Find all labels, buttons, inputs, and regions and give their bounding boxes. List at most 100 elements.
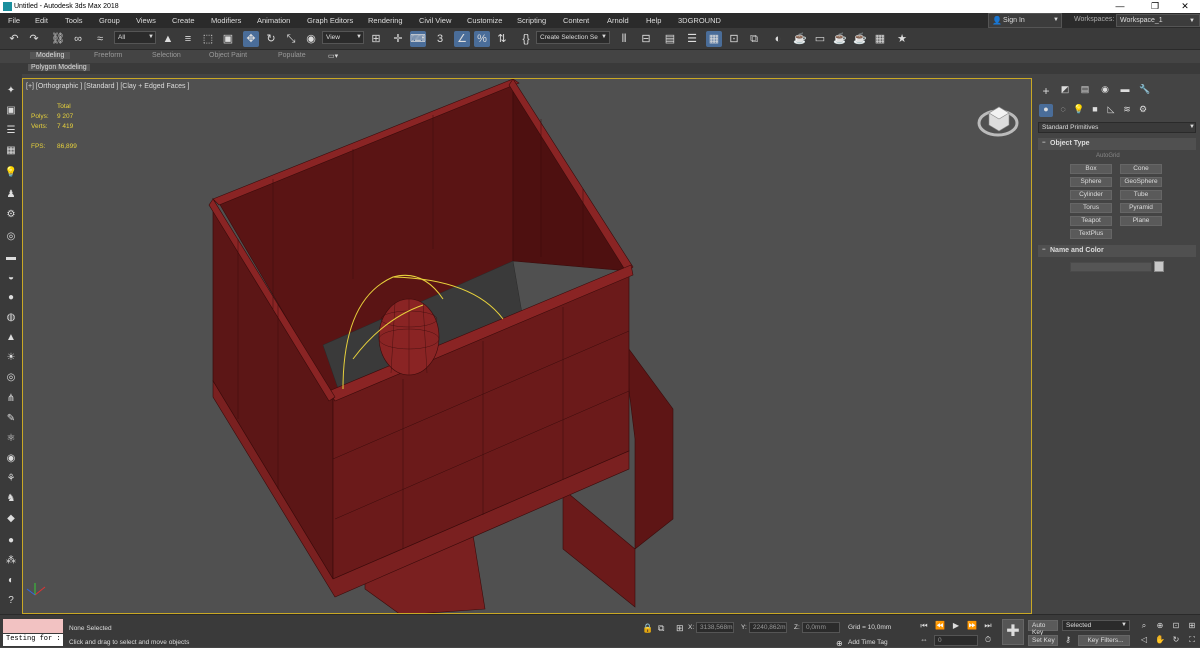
z-coord-field[interactable]: 0,0mm (802, 622, 840, 633)
close-button[interactable]: ✕ (1170, 1, 1200, 12)
menu-help[interactable]: Help (646, 16, 661, 25)
sphere-button[interactable]: Sphere (1070, 177, 1112, 187)
viewport[interactable]: [+] [Orthographic ] [Standard ] [Clay + … (22, 78, 1032, 614)
object-name-field[interactable] (1070, 262, 1152, 272)
link-icon[interactable]: ⛓ (50, 31, 66, 47)
current-frame-field[interactable]: 0 (934, 635, 978, 646)
render-cloud-icon[interactable]: ▦ (872, 31, 888, 47)
toggle-scene-explorer-icon[interactable]: ▤ (662, 31, 678, 47)
lock-icon[interactable]: 🔒 (642, 623, 653, 634)
tree-icon[interactable]: ⋔ (4, 392, 18, 406)
select-move-icon[interactable]: ✥ (243, 31, 259, 47)
select-object-icon[interactable]: ▲ (160, 31, 176, 47)
ring-icon[interactable]: ◎ (4, 371, 18, 385)
set-key-button[interactable]: ✚ (1002, 619, 1024, 645)
maxscript-listener-input[interactable]: Testing for : (3, 634, 63, 646)
lights-icon[interactable]: 💡 (1072, 104, 1086, 117)
set-key-mode-button[interactable]: Set Key (1028, 635, 1058, 646)
menu-graph-editors[interactable]: Graph Editors (307, 16, 353, 25)
snaps-toggle-icon[interactable]: 3 (432, 31, 448, 47)
rendered-frame-icon[interactable]: ▭ (812, 31, 828, 47)
bind-spacewarp-icon[interactable]: ≈ (92, 31, 108, 47)
zoom-extents-all-icon[interactable]: ⊞ (1186, 620, 1198, 631)
menu-3dground[interactable]: 3DGROUND (678, 16, 721, 25)
keyboard-shortcut-icon[interactable]: ⌨ (410, 31, 426, 47)
key-mode-dropdown[interactable]: Selected ▼ (1062, 620, 1130, 631)
render-iterative-icon[interactable]: ☕ (852, 31, 868, 47)
menu-create[interactable]: Create (172, 16, 195, 25)
menu-civil-view[interactable]: Civil View (419, 16, 451, 25)
textplus-button[interactable]: TextPlus (1070, 229, 1112, 239)
menu-edit[interactable]: Edit (35, 16, 48, 25)
ribbon-options-icon[interactable]: ▭▾ (328, 52, 338, 60)
create-tab-icon[interactable]: + (1039, 84, 1053, 98)
cone-icon[interactable]: ▲ (4, 331, 18, 345)
zoom-extents-icon[interactable]: ⊡ (1170, 620, 1182, 631)
menu-modifiers[interactable]: Modifiers (211, 16, 241, 25)
render-setup-icon[interactable]: ☕ (792, 31, 808, 47)
sun-icon[interactable]: ☀ (4, 351, 18, 365)
rig-icon[interactable]: ⚙ (4, 208, 18, 222)
rect-selection-icon[interactable]: ⬚ (200, 31, 216, 47)
molecule-icon[interactable]: ⚛ (4, 432, 18, 446)
prev-frame-icon[interactable]: ⏪ (934, 620, 946, 631)
schematic-view-icon[interactable]: ⧉ (746, 31, 762, 47)
pyramid-button[interactable]: Pyramid (1120, 203, 1162, 213)
utilities-tab-icon[interactable]: 🔧 (1138, 84, 1152, 97)
box-button[interactable]: Box (1070, 164, 1112, 174)
select-place-icon[interactable]: ◉ (303, 31, 319, 47)
plane-button[interactable]: Plane (1120, 216, 1162, 226)
geosphere-button[interactable]: GeoSphere (1120, 177, 1162, 187)
manipulate-icon[interactable]: ✛ (390, 31, 406, 47)
shapes-icon[interactable]: ◌ (1056, 104, 1070, 117)
absolute-mode-icon[interactable]: ⊞ (676, 623, 684, 634)
create-icon[interactable]: ✦ (4, 84, 18, 98)
unlink-icon[interactable]: ∞ (70, 31, 86, 47)
object-color-swatch[interactable] (1154, 261, 1164, 272)
minimize-button[interactable]: — (1105, 1, 1135, 11)
workspace-dropdown[interactable]: Workspace_1 ▼ (1116, 14, 1200, 27)
menu-customize[interactable]: Customize (467, 16, 502, 25)
y-coord-field[interactable]: 2240,862m (749, 622, 787, 633)
selection-filter-dropdown[interactable]: All ▼ (114, 31, 156, 44)
play-icon[interactable]: ▶ (950, 620, 962, 631)
key-icon[interactable]: ⚷ (1062, 634, 1074, 645)
goto-end-icon[interactable]: ⏭ (982, 620, 994, 631)
layers-icon[interactable]: ☰ (4, 124, 18, 138)
viewcube[interactable] (977, 99, 1019, 139)
hierarchy-tab-icon[interactable]: ▤ (1078, 84, 1092, 97)
cameras-icon[interactable]: ■ (1088, 104, 1102, 117)
goto-start-icon[interactable]: ⏮ (918, 620, 930, 631)
tube-button[interactable]: Tube (1120, 190, 1162, 200)
next-frame-icon[interactable]: ⏩ (966, 620, 978, 631)
edit-named-sel-icon[interactable]: {} (518, 31, 534, 47)
cone-button[interactable]: Cone (1120, 164, 1162, 174)
zoom-all-icon[interactable]: ⊕ (1154, 620, 1166, 631)
polygon-modeling-tab[interactable]: Polygon Modeling (28, 64, 90, 71)
menu-group[interactable]: Group (99, 16, 120, 25)
selection-set-dropdown[interactable]: Create Selection Se ▼ (536, 31, 610, 44)
menu-file[interactable]: File (8, 16, 20, 25)
zoom-icon[interactable]: ⌕ (1138, 620, 1150, 631)
select-rotate-icon[interactable]: ↻ (263, 31, 279, 47)
menu-views[interactable]: Views (136, 16, 156, 25)
field-of-view-icon[interactable]: ◁ (1138, 634, 1150, 645)
toggle-ribbon-icon[interactable]: ▦ (706, 31, 722, 47)
maximize-viewport-icon[interactable]: ⛶ (1186, 634, 1198, 645)
helpers-icon[interactable]: ◺ (1104, 104, 1118, 117)
palette-icon[interactable]: ◐ (4, 574, 18, 588)
menu-rendering[interactable]: Rendering (368, 16, 403, 25)
walk-icon[interactable]: ♟ (4, 188, 18, 202)
display-tab-icon[interactable]: ▬ (1118, 84, 1132, 97)
spacewarps-icon[interactable]: ≋ (1120, 104, 1134, 117)
globe-icon[interactable]: ◉ (4, 452, 18, 466)
particle-icon[interactable]: ⁂ (4, 554, 18, 568)
time-config-icon[interactable]: ⏱ (982, 634, 994, 645)
help-icon[interactable]: ? (4, 594, 18, 608)
maxscript-listener-top[interactable] (3, 619, 63, 633)
primitives-dropdown[interactable]: Standard Primitives ▼ (1038, 122, 1196, 133)
mirror-icon[interactable]: ⫴ (616, 31, 632, 47)
menu-animation[interactable]: Animation (257, 16, 290, 25)
torus-icon[interactable]: ◍ (4, 311, 18, 325)
torus-button[interactable]: Torus (1070, 203, 1112, 213)
